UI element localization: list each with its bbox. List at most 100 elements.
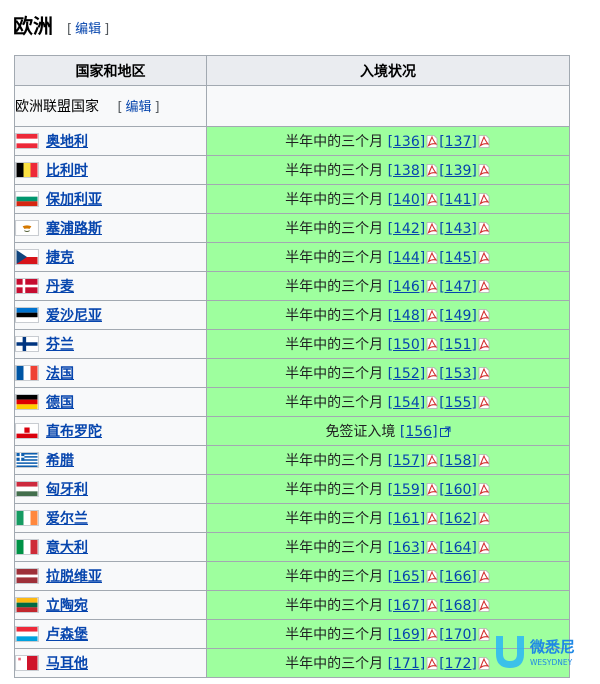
reference-link[interactable]: [154] — [388, 395, 426, 411]
reference-link[interactable]: [156] — [400, 424, 438, 440]
table-row: 奥地利 半年中的三个月 [136] [137] — [14, 126, 570, 156]
pdf-icon — [477, 482, 491, 498]
status-cell: 半年中的三个月 [140] [141] — [206, 184, 570, 214]
reference-link[interactable]: [153] — [439, 366, 477, 382]
finland-flag-icon — [15, 336, 39, 352]
reference-link[interactable]: [149] — [439, 308, 477, 324]
country-link[interactable]: 丹麦 — [46, 279, 74, 295]
table-row: 塞浦路斯 半年中的三个月 [142] [143] — [14, 213, 570, 243]
reference-link[interactable]: [161] — [388, 511, 426, 527]
country-cell: 奥地利 — [14, 126, 207, 156]
reference-link[interactable]: [140] — [388, 192, 426, 208]
reference-link[interactable]: [159] — [388, 482, 426, 498]
status-cell: 半年中的三个月 [157] [158] — [206, 445, 570, 475]
reference-link[interactable]: [143] — [439, 221, 477, 237]
country-cell: 捷克 — [14, 242, 207, 272]
country-cell: 德国 — [14, 387, 207, 417]
status-text: 半年中的三个月 — [285, 453, 384, 469]
country-link[interactable]: 爱尔兰 — [46, 511, 88, 527]
status-cell: 半年中的三个月 [165] [166] — [206, 561, 570, 591]
table-row: 拉脱维亚 半年中的三个月 [165] [166] — [14, 561, 570, 591]
country-cell: 希腊 — [14, 445, 207, 475]
table-row: 直布罗陀 免签证入境 [156] — [14, 416, 570, 446]
subheader-edit-link[interactable]: 编辑 — [126, 100, 152, 115]
reference-link[interactable]: [147] — [439, 279, 477, 295]
reference-link[interactable]: [163] — [388, 540, 426, 556]
country-link[interactable]: 直布罗陀 — [46, 424, 102, 440]
pdf-icon — [425, 598, 439, 614]
country-cell: 爱沙尼亚 — [14, 300, 207, 330]
country-link[interactable]: 捷克 — [46, 250, 74, 266]
section-edit: [编辑] — [67, 22, 110, 37]
country-link[interactable]: 塞浦路斯 — [46, 221, 102, 237]
pdf-icon — [425, 279, 439, 295]
status-text: 半年中的三个月 — [285, 163, 384, 179]
edit-link[interactable]: 编辑 — [75, 22, 101, 37]
pdf-icon — [477, 453, 491, 469]
reference-link[interactable]: [148] — [388, 308, 426, 324]
watermark-subtitle: WESYDNEY — [530, 658, 573, 667]
reference-link[interactable]: [157] — [388, 453, 426, 469]
reference-link[interactable]: [165] — [388, 569, 426, 585]
country-link[interactable]: 卢森堡 — [46, 627, 88, 643]
country-link[interactable]: 比利时 — [46, 163, 88, 179]
reference-link[interactable]: [141] — [439, 192, 477, 208]
reference-link[interactable]: [142] — [388, 221, 426, 237]
reference-link[interactable]: [171] — [388, 656, 426, 672]
country-link[interactable]: 德国 — [46, 395, 74, 411]
status-text: 半年中的三个月 — [285, 511, 384, 527]
country-link[interactable]: 法国 — [46, 366, 74, 382]
header-country: 国家和地区 — [14, 55, 207, 86]
country-link[interactable]: 保加利亚 — [46, 192, 102, 208]
reference-link[interactable]: [136] — [388, 134, 426, 150]
reference-link[interactable]: [145] — [439, 250, 477, 266]
country-cell: 比利时 — [14, 155, 207, 185]
cyprus-flag-icon — [15, 220, 39, 236]
pdf-icon — [477, 569, 491, 585]
country-link[interactable]: 爱沙尼亚 — [46, 308, 102, 324]
country-link[interactable]: 希腊 — [46, 453, 74, 469]
table-row: 丹麦 半年中的三个月 [146] [147] — [14, 271, 570, 301]
country-link[interactable]: 立陶宛 — [46, 598, 88, 614]
reference-link[interactable]: [169] — [388, 627, 426, 643]
status-cell: 半年中的三个月 [154] [155] — [206, 387, 570, 417]
visa-table: 国家和地区 入境状况 欧洲联盟国家 [编辑] 奥地利 半年中的三个月 [136][… — [14, 55, 570, 678]
reference-link[interactable]: [164] — [439, 540, 477, 556]
reference-link[interactable]: [166] — [439, 569, 477, 585]
reference-link[interactable]: [137] — [439, 134, 477, 150]
reference-link[interactable]: [150] — [388, 337, 426, 353]
reference-link[interactable]: [168] — [439, 598, 477, 614]
reference-link[interactable]: [170] — [439, 627, 477, 643]
country-cell: 拉脱维亚 — [14, 561, 207, 591]
pdf-icon — [477, 192, 491, 208]
reference-link[interactable]: [152] — [388, 366, 426, 382]
reference-link[interactable]: [155] — [439, 395, 477, 411]
reference-link[interactable]: [138] — [388, 163, 426, 179]
luxembourg-flag-icon — [15, 626, 39, 642]
country-link[interactable]: 意大利 — [46, 540, 88, 556]
pdf-icon — [425, 569, 439, 585]
country-link[interactable]: 匈牙利 — [46, 482, 88, 498]
reference-link[interactable]: [151] — [439, 337, 477, 353]
pdf-icon — [425, 627, 439, 643]
reference-link[interactable]: [162] — [439, 511, 477, 527]
france-flag-icon — [15, 365, 39, 381]
reference-link[interactable]: [158] — [439, 453, 477, 469]
status-cell: 半年中的三个月 [136] [137] — [206, 126, 570, 156]
reference-link[interactable]: [167] — [388, 598, 426, 614]
country-link[interactable]: 芬兰 — [46, 337, 74, 353]
external-link-icon — [438, 424, 451, 440]
status-cell: 半年中的三个月 [152] [153] — [206, 358, 570, 388]
latvia-flag-icon — [15, 568, 39, 584]
country-cell: 卢森堡 — [14, 619, 207, 649]
reference-link[interactable]: [139] — [439, 163, 477, 179]
reference-link[interactable]: [144] — [388, 250, 426, 266]
pdf-icon — [477, 163, 491, 179]
country-link[interactable]: 马耳他 — [46, 656, 88, 672]
country-link[interactable]: 奥地利 — [46, 134, 88, 150]
reference-link[interactable]: [146] — [388, 279, 426, 295]
reference-link[interactable]: [160] — [439, 482, 477, 498]
reference-link[interactable]: [172] — [439, 656, 477, 672]
country-link[interactable]: 拉脱维亚 — [46, 569, 102, 585]
table-row: 爱尔兰 半年中的三个月 [161] [162] — [14, 503, 570, 533]
